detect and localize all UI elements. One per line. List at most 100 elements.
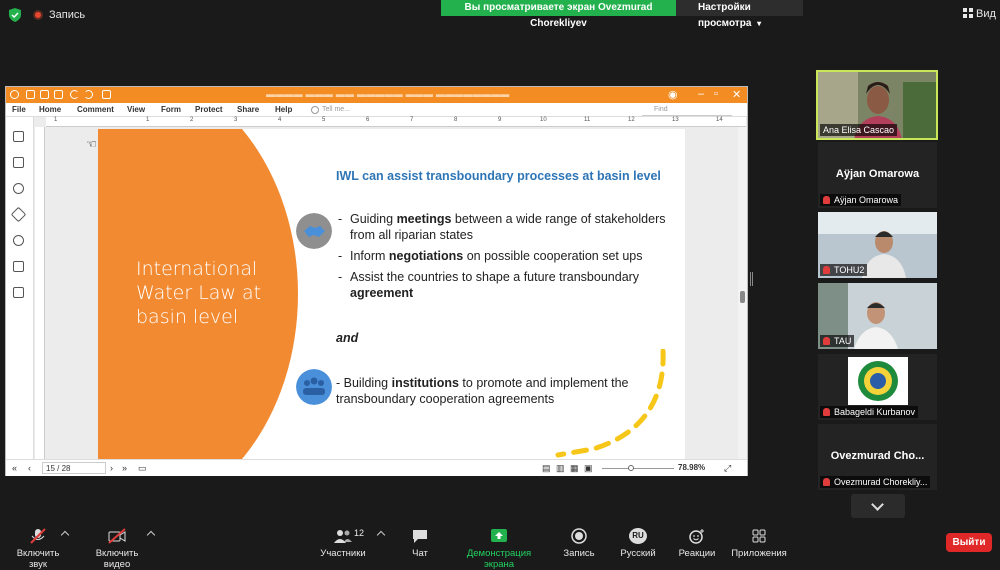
unmute-button[interactable]: Включить звук xyxy=(8,528,68,570)
page-view-icon[interactable]: ▭ xyxy=(138,463,147,474)
view-settings-button[interactable]: Настройки просмотра ▾ xyxy=(676,0,803,29)
zoom-slider-track[interactable] xyxy=(602,468,674,469)
reactions-button[interactable]: Реакции xyxy=(678,528,716,559)
print-icon[interactable] xyxy=(54,90,63,99)
signature-icon[interactable] xyxy=(13,287,24,298)
menu-view[interactable]: View xyxy=(127,105,145,114)
menu-home[interactable]: Home xyxy=(39,105,61,114)
share-screen-button[interactable]: Демонстрация экрана xyxy=(452,528,546,570)
close-icon[interactable]: ✕ xyxy=(732,88,741,101)
participant-tile[interactable]: Babageldi Kurbanov xyxy=(818,354,937,420)
apps-label: Приложения xyxy=(731,548,787,559)
meeting-toolbar: Включить звук Включить видео Участники 1… xyxy=(0,518,1000,570)
scroll-thumb[interactable] xyxy=(740,291,745,303)
menu-protect[interactable]: Protect xyxy=(195,105,223,114)
bookmark-icon[interactable] xyxy=(13,131,24,142)
bullet-list: - Guiding meetings between a wide range … xyxy=(338,211,678,306)
participants-icon xyxy=(334,530,352,543)
participants-options-caret[interactable] xyxy=(376,530,386,540)
zoom-value[interactable]: 78.98% xyxy=(678,463,705,472)
participant-tile[interactable]: Aÿjan Omarowa Aÿjan Omarowa xyxy=(818,142,937,208)
continuous-page-icon[interactable]: ▥ xyxy=(556,463,565,474)
pdf-title-bar: ▬▬▬▬ ▬▬▬ ▬▬ ▬▬▬▬▬ ▬▬▬ ▬▬▬▬▬▬▬▬ ◉ – ▫ ✕ xyxy=(6,87,747,103)
leave-button[interactable]: Выйти xyxy=(946,533,992,552)
pdf-status-bar: « ‹ 15 / 28 › » ▭ ▤ ▥ ▦ ▣ 78.98% ⤢ xyxy=(6,459,747,476)
participant-display-name: Aÿjan Omarowa xyxy=(835,168,920,180)
shared-screen: ▬▬▬▬ ▬▬▬ ▬▬ ▬▬▬▬▬ ▬▬▬ ▬▬▬▬▬▬▬▬ ◉ – ▫ ✕ F… xyxy=(5,86,748,476)
ruler-tick: 9 xyxy=(498,117,502,123)
view-button[interactable]: Вид xyxy=(963,8,996,20)
more-participants-button[interactable] xyxy=(851,494,905,518)
participant-name-label: Aÿjan Omarowa xyxy=(820,194,902,206)
account-icon[interactable]: ◉ xyxy=(668,88,678,101)
security-icon[interactable] xyxy=(13,261,24,272)
and-label: and xyxy=(336,331,359,345)
apps-button[interactable]: Приложения xyxy=(731,528,787,559)
participant-label-text: Babageldi Kurbanov xyxy=(834,407,916,417)
institutions-icon xyxy=(296,369,332,405)
meeting-top-bar: Запись Вы просматриваете экран Ovezmurad… xyxy=(0,0,1000,30)
ruler-tick: 4 xyxy=(278,117,282,123)
participant-tile[interactable]: TOHU2 xyxy=(818,212,937,278)
participant-tile[interactable]: Ana Elisa Cascao xyxy=(816,70,938,140)
pdf-menu-bar: File Home Comment View Form Protect Shar… xyxy=(6,103,747,117)
first-page-icon[interactable]: « xyxy=(12,463,17,473)
pages-icon[interactable] xyxy=(13,157,24,168)
fullscreen-icon[interactable]: ⤢ xyxy=(724,463,731,474)
hand-tool-icon[interactable] xyxy=(102,90,111,99)
facing-page-icon[interactable]: ▦ xyxy=(570,463,579,474)
muted-mic-icon xyxy=(823,408,830,416)
redo-icon[interactable] xyxy=(84,90,93,99)
presentation-slide: International Water Law at basin level I… xyxy=(98,129,685,460)
ruler-tick: 5 xyxy=(322,117,326,123)
participant-label-text: TOHU2 xyxy=(834,265,865,275)
ruler-tick: 10 xyxy=(540,117,547,123)
last-page-icon[interactable]: » xyxy=(122,463,127,473)
smiley-icon xyxy=(689,529,704,544)
chat-button[interactable]: Чат xyxy=(406,528,434,559)
video-off-icon xyxy=(108,528,126,544)
bullet-pre: - Building xyxy=(336,376,392,390)
unmute-label: Включить звук xyxy=(16,548,60,570)
menu-file[interactable]: File xyxy=(12,105,26,114)
comment-icon[interactable] xyxy=(13,183,24,194)
find-input[interactable]: Find xyxy=(642,104,732,116)
next-page-icon[interactable]: › xyxy=(110,463,113,473)
shield-icon[interactable] xyxy=(9,8,21,22)
ruler-tick: 2 xyxy=(190,117,194,123)
tell-me-search[interactable]: Tell me... xyxy=(308,104,360,116)
minimize-icon[interactable]: – xyxy=(698,88,704,100)
single-page-icon[interactable]: ▤ xyxy=(542,463,551,474)
recording-label: Запись xyxy=(49,9,86,21)
panel-splitter[interactable] xyxy=(750,272,753,286)
page-number-input[interactable]: 15 / 28 xyxy=(42,462,106,474)
maximize-icon[interactable]: ▫ xyxy=(714,88,718,100)
undo-icon[interactable] xyxy=(70,90,79,99)
participant-tile[interactable]: Ovezmurad Cho... Ovezmurad Chorekliy... xyxy=(818,424,937,490)
bullet-pre: Guiding xyxy=(350,212,397,226)
prev-page-icon[interactable]: ‹ xyxy=(28,463,31,473)
layers-icon[interactable] xyxy=(10,206,27,223)
apps-icon xyxy=(752,529,766,543)
vertical-scrollbar[interactable] xyxy=(738,127,747,459)
participant-label-text: Aÿjan Omarowa xyxy=(834,195,899,205)
participant-name-label: Ana Elisa Cascao xyxy=(820,124,898,136)
menu-share[interactable]: Share xyxy=(237,105,259,114)
save-icon[interactable] xyxy=(40,90,49,99)
open-folder-icon[interactable] xyxy=(26,90,35,99)
record-button[interactable]: Запись xyxy=(562,528,596,559)
view-button-label: Вид xyxy=(976,8,996,20)
attachment-icon[interactable] xyxy=(13,235,24,246)
menu-comment[interactable]: Comment xyxy=(77,105,114,114)
bullet-post: on possible cooperation set ups xyxy=(463,249,643,263)
fit-page-icon[interactable]: ▣ xyxy=(584,463,593,474)
participant-tile[interactable]: TAU xyxy=(818,283,937,349)
menu-form[interactable]: Form xyxy=(161,105,181,114)
language-button[interactable]: RU Русский xyxy=(618,528,658,559)
participant-name-label: TOHU2 xyxy=(820,264,868,276)
zoom-slider-knob[interactable] xyxy=(628,465,634,471)
start-video-button[interactable]: Включить видео xyxy=(84,528,150,570)
menu-help[interactable]: Help xyxy=(275,105,292,114)
bullet-bold: meetings xyxy=(396,212,452,226)
ruler-tick: 11 xyxy=(584,117,591,123)
